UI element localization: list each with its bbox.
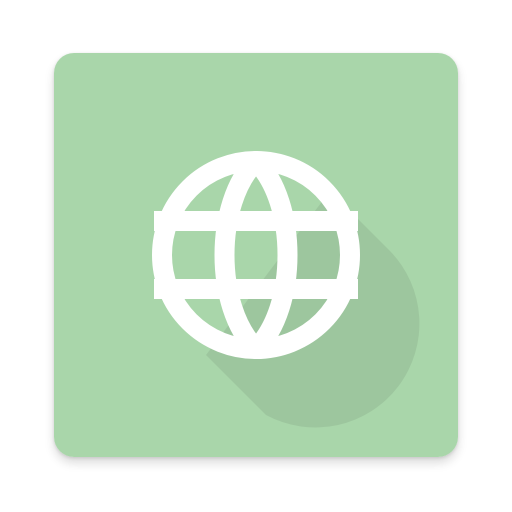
globe-icon <box>54 53 458 457</box>
launcher-icon-canvas <box>0 0 512 512</box>
app-icon-tile[interactable] <box>54 53 458 457</box>
globe-latitude-lower <box>154 279 358 299</box>
globe-latitude-upper <box>154 211 358 231</box>
